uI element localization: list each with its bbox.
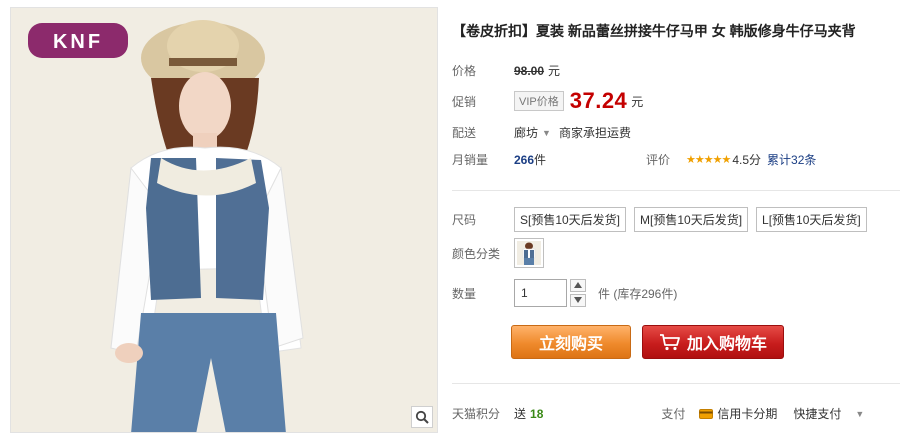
price-row: 价格 98.00 元 xyxy=(452,62,560,79)
promo-row: 促销 VIP价格 37.24 元 xyxy=(452,88,643,114)
quantity-stepper xyxy=(570,279,586,307)
points-payment-row: 天猫积分 送 18 支付 信用卡分期 快捷支付 ▼ xyxy=(452,405,900,422)
shipping-note: 商家承担运费 xyxy=(558,126,631,140)
color-row: 颜色分类 xyxy=(452,238,544,268)
size-label: 尺码 xyxy=(452,213,477,227)
original-price: 98.00 xyxy=(514,63,545,78)
buy-now-label: 立刻购买 xyxy=(538,336,603,353)
monthly-sales-unit: 件 xyxy=(534,153,547,167)
chevron-down-icon[interactable]: ▼ xyxy=(855,409,864,419)
monthly-sales-count: 266 xyxy=(514,152,535,167)
credit-installment-option[interactable]: 信用卡分期 xyxy=(717,405,777,422)
credit-card-icon xyxy=(699,408,714,419)
quantity-input[interactable] xyxy=(514,279,567,307)
rating-label: 评价 xyxy=(646,153,671,167)
chevron-down-icon xyxy=(574,297,582,303)
color-label: 颜色分类 xyxy=(452,246,501,261)
size-option-l[interactable]: L[预售10天后发货] xyxy=(756,207,867,232)
price-label: 价格 xyxy=(452,64,477,78)
shipping-label: 配送 xyxy=(452,126,477,140)
divider xyxy=(452,190,900,191)
star-rating-icon: ★★★★★ xyxy=(686,154,731,166)
vip-price-tag: VIP价格 xyxy=(514,91,564,111)
buy-now-button[interactable]: 立刻购买 xyxy=(511,325,631,359)
color-option-thumbnail[interactable] xyxy=(514,238,544,268)
product-image[interactable]: KNF xyxy=(10,7,438,433)
monthly-sales-label: 月销量 xyxy=(452,153,489,167)
monthly-sales-row: 月销量 266 件 评价 ★★★★★ 4.5分 累计32条 xyxy=(452,151,816,168)
payment-label: 支付 xyxy=(661,407,686,421)
chevron-up-icon xyxy=(574,282,582,288)
size-option-m[interactable]: M[预售10天后发货] xyxy=(634,207,749,232)
zoom-button[interactable] xyxy=(411,406,433,428)
brand-logo[interactable]: KNF xyxy=(28,23,128,58)
knf-logo-icon: KNF xyxy=(53,31,103,52)
shopping-cart-icon xyxy=(659,334,680,351)
color-swatch-photo xyxy=(517,241,541,265)
decrease-button[interactable] xyxy=(570,294,586,307)
brand-logo-text: KNF xyxy=(53,31,103,52)
stock-text: 件 (库存296件) xyxy=(598,286,678,301)
chevron-down-icon[interactable]: ▼ xyxy=(542,128,551,138)
price-panel: 价格 98.00 元 促销 VIP价格 37.24 元 配送 廊坊 ▼ 商家承担… xyxy=(452,52,900,184)
review-count-link[interactable]: 累计32条 xyxy=(767,151,816,168)
shipping-location[interactable]: 廊坊 xyxy=(514,124,538,141)
add-to-cart-label: 加入购物车 xyxy=(686,336,767,353)
size-option-s[interactable]: S[预售10天后发货] xyxy=(514,207,627,232)
quantity-label: 数量 xyxy=(452,286,477,301)
points-prefix: 送 xyxy=(514,407,527,421)
product-photo-illustration xyxy=(11,8,437,432)
product-title: 【卷皮折扣】夏装 新品蕾丝拼接牛仔马甲 女 韩版修身牛仔马夹背 xyxy=(452,23,856,39)
increase-button[interactable] xyxy=(570,279,586,292)
rating-score: 4.5分 xyxy=(732,153,762,167)
promo-price: 37.24 xyxy=(569,88,628,113)
promo-unit: 元 xyxy=(631,94,644,109)
quantity-row: 数量 件 (库存296件) xyxy=(452,279,677,307)
promo-label: 促销 xyxy=(452,94,477,109)
size-row: 尺码 S[预售10天后发货] M[预售10天后发货] L[预售10天后发货] xyxy=(452,207,875,232)
points-label: 天猫积分 xyxy=(452,407,501,421)
points-value: 18 xyxy=(530,406,544,421)
add-to-cart-button[interactable]: 加入购物车 xyxy=(642,325,784,359)
divider xyxy=(452,383,900,384)
express-pay-option[interactable]: 快捷支付 xyxy=(793,405,841,422)
price-unit: 元 xyxy=(548,64,561,78)
magnifier-icon xyxy=(415,410,429,424)
shipping-row: 配送 廊坊 ▼ 商家承担运费 xyxy=(452,124,631,141)
